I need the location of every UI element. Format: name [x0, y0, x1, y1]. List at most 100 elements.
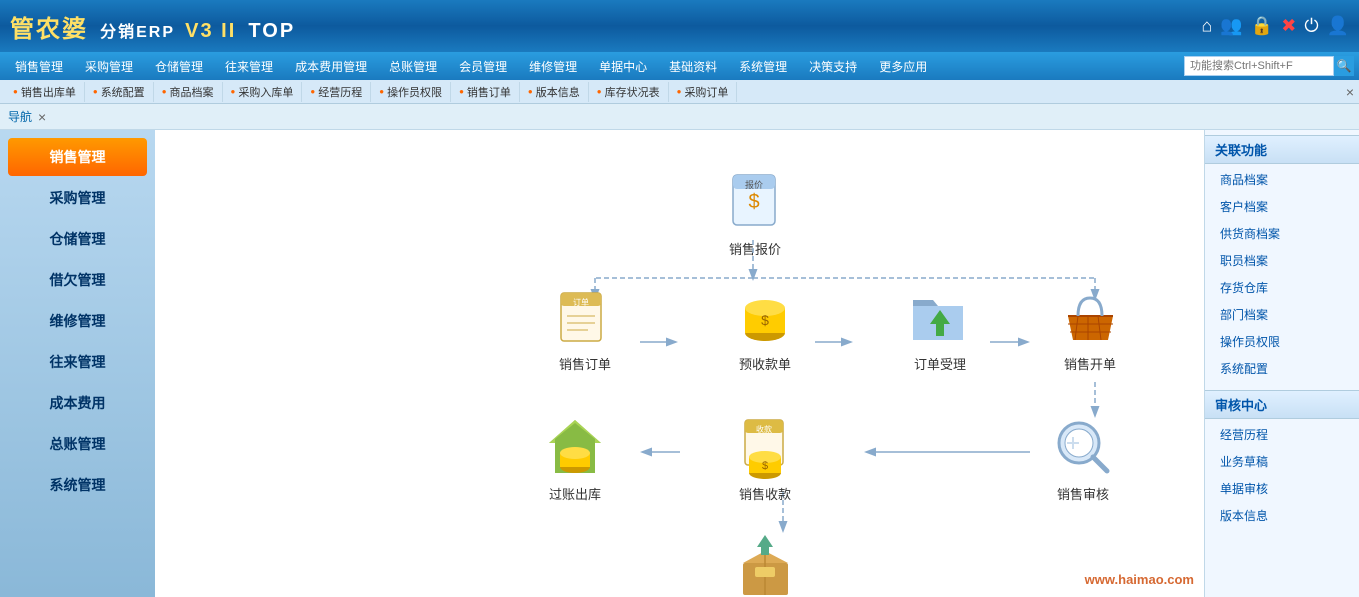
group-icon[interactable]: 👥	[1220, 16, 1242, 37]
tab-version[interactable]: 版本信息	[520, 82, 589, 102]
shouli-icon	[905, 285, 975, 350]
dingdan-icon: 订单	[550, 285, 620, 350]
flow-label-shouqian: 销售收款	[739, 484, 791, 503]
nav-ledger[interactable]: 总账管理	[379, 55, 447, 78]
flow-diagram: $ 报价 销售报价	[155, 130, 1204, 597]
navbar: 销售管理 采购管理 仓储管理 往来管理 成本费用管理 总账管理 会员管理 维修管…	[0, 52, 1359, 80]
tabs-close-button[interactable]: ×	[1346, 84, 1354, 100]
right-sidebar: 关联功能 商品档案 客户档案 供货商档案 职员档案 存货仓库 部门档案 操作员权…	[1204, 130, 1359, 597]
flow-item-baojia[interactable]: $ 报价 销售报价	[720, 170, 790, 258]
flow-item-dingdan[interactable]: 订单 销售订单	[550, 285, 620, 373]
sidebar-item-repair[interactable]: 维修管理	[8, 302, 147, 340]
flow-label-yukuan: 预收款单	[739, 354, 791, 373]
tab-business-history[interactable]: 经营历程	[302, 82, 371, 102]
right-link-customer[interactable]: 客户档案	[1205, 193, 1359, 220]
flow-item-shouli[interactable]: 订单受理	[905, 285, 975, 373]
center-content: $ 报价 销售报价	[155, 130, 1204, 597]
flow-item-shouqian[interactable]: 收款 $ 销售收款	[730, 415, 800, 503]
right-link-goods[interactable]: 商品档案	[1205, 166, 1359, 193]
tab-operator[interactable]: 操作员权限	[371, 82, 451, 102]
nav-system[interactable]: 系统管理	[729, 55, 797, 78]
flow-item-kaidan[interactable]: 销售开单	[1055, 285, 1125, 373]
kaidan-icon	[1055, 285, 1125, 350]
main-layout: 销售管理 采购管理 仓储管理 借欠管理 维修管理 往来管理 成本费用 总账管理 …	[0, 130, 1359, 597]
right-section-title-audit: 审核中心	[1205, 390, 1359, 419]
flow-label-shouli: 订单受理	[914, 354, 966, 373]
yukuan-icon: $	[730, 285, 800, 350]
right-link-operator[interactable]: 操作员权限	[1205, 328, 1359, 355]
tab-purchase-in[interactable]: 采购入库单	[223, 82, 303, 102]
right-link-employee[interactable]: 职员档案	[1205, 247, 1359, 274]
nav-decision[interactable]: 决策支持	[799, 55, 867, 78]
sidebar-item-ledger[interactable]: 总账管理	[8, 425, 147, 463]
logo: 管农婆 分销ERP V3 II TOP	[10, 9, 295, 44]
search-button[interactable]: 🔍	[1334, 56, 1354, 76]
sidebar-item-sales[interactable]: 销售管理	[8, 138, 147, 176]
sidebar-item-warehouse[interactable]: 仓储管理	[8, 220, 147, 258]
nav-repair[interactable]: 维修管理	[519, 55, 587, 78]
right-link-draft[interactable]: 业务草稿	[1205, 448, 1359, 475]
nav-label-close[interactable]: ×	[38, 109, 46, 125]
nav-basic[interactable]: 基础资料	[659, 55, 727, 78]
tab-sales-order[interactable]: 销售订单	[451, 82, 520, 102]
sidebar-item-debt[interactable]: 借欠管理	[8, 261, 147, 299]
tab-sys-config[interactable]: 系统配置	[85, 82, 154, 102]
nav-member[interactable]: 会员管理	[449, 55, 517, 78]
tab-purchase-order[interactable]: 采购订单	[669, 82, 738, 102]
flow-item-tuihuo[interactable]: 销售退货	[730, 535, 800, 597]
svg-text:订单: 订单	[573, 297, 589, 307]
flow-label-kaidan: 销售开单	[1064, 354, 1116, 373]
shouqian-icon: 收款 $	[730, 415, 800, 480]
header-icons: ⌂ 👥 🔒 ✖ ⏻ 👤	[1202, 16, 1349, 37]
nav-label-title: 导航	[8, 108, 32, 125]
user-icon[interactable]: 👤	[1327, 16, 1349, 37]
nav-warehouse[interactable]: 仓储管理	[145, 55, 213, 78]
sidebar-item-system[interactable]: 系统管理	[8, 466, 147, 504]
lock-icon[interactable]: 🔒	[1251, 16, 1273, 37]
flow-arrows-svg	[155, 130, 1204, 597]
search-input[interactable]	[1184, 56, 1334, 76]
sidebar-item-cost[interactable]: 成本费用	[8, 384, 147, 422]
tab-sales-out[interactable]: 销售出库单	[5, 82, 85, 102]
svg-text:$: $	[748, 191, 759, 213]
nav-document[interactable]: 单据中心	[589, 55, 657, 78]
right-link-warehouse[interactable]: 存货仓库	[1205, 274, 1359, 301]
flow-label-shenhe: 销售审核	[1057, 484, 1109, 503]
right-link-department[interactable]: 部门档案	[1205, 301, 1359, 328]
right-link-sysconfig[interactable]: 系统配置	[1205, 355, 1359, 382]
right-link-version[interactable]: 版本信息	[1205, 502, 1359, 529]
nav-label-bar: 导航 ×	[0, 104, 1359, 130]
svg-text:$: $	[761, 312, 769, 328]
flow-label-dingdan: 销售订单	[559, 354, 611, 373]
power-icon[interactable]: ⏻	[1304, 16, 1318, 37]
watermark: www.haimao.com	[1085, 572, 1194, 587]
svg-text:$: $	[761, 460, 767, 472]
guozhang-icon	[540, 415, 610, 480]
header: 管农婆 分销ERP V3 II TOP ⌂ 👥 🔒 ✖ ⏻ 👤	[0, 0, 1359, 52]
svg-text:报价: 报价	[744, 179, 762, 190]
nav-sales[interactable]: 销售管理	[5, 55, 73, 78]
nav-more[interactable]: 更多应用	[869, 55, 937, 78]
tab-goods[interactable]: 商品档案	[154, 82, 223, 102]
flow-label-baojia: 销售报价	[729, 239, 781, 258]
sidebar-item-transactions[interactable]: 往来管理	[8, 343, 147, 381]
right-section-title-related: 关联功能	[1205, 135, 1359, 164]
tab-inventory-status[interactable]: 库存状况表	[589, 82, 669, 102]
nav-transactions[interactable]: 往来管理	[215, 55, 283, 78]
flow-item-shenhe[interactable]: 销售审核	[1048, 415, 1118, 503]
tuihuo-icon	[730, 535, 800, 597]
right-link-history[interactable]: 经营历程	[1205, 421, 1359, 448]
svg-text:收款: 收款	[756, 424, 772, 434]
flow-item-yukuan[interactable]: $ 预收款单	[730, 285, 800, 373]
nav-cost[interactable]: 成本费用管理	[285, 55, 377, 78]
right-link-supplier[interactable]: 供货商档案	[1205, 220, 1359, 247]
right-link-audit[interactable]: 单据审核	[1205, 475, 1359, 502]
baojia-icon: $ 报价	[720, 170, 790, 235]
left-sidebar: 销售管理 采购管理 仓储管理 借欠管理 维修管理 往来管理 成本费用 总账管理 …	[0, 130, 155, 597]
close-circle-icon[interactable]: ✖	[1281, 16, 1296, 37]
sidebar-item-purchase[interactable]: 采购管理	[8, 179, 147, 217]
shenhe-icon	[1048, 415, 1118, 480]
flow-item-guozhang[interactable]: 过账出库	[540, 415, 610, 503]
nav-purchase[interactable]: 采购管理	[75, 55, 143, 78]
home-icon[interactable]: ⌂	[1202, 16, 1213, 37]
